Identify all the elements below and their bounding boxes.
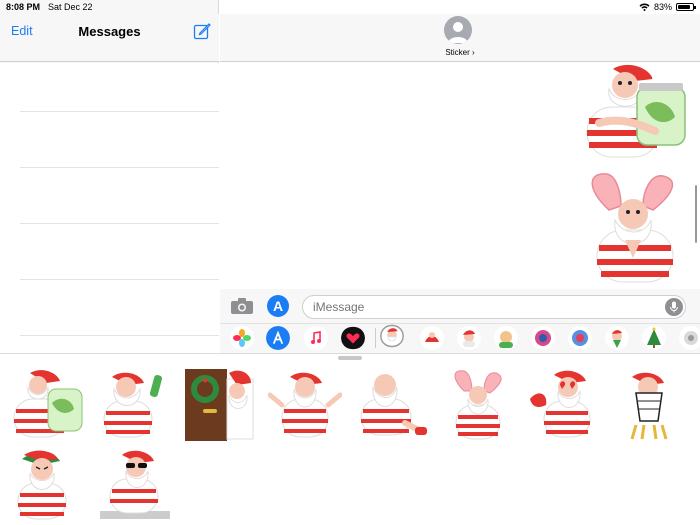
status-date: Sat Dec 22 <box>48 2 93 12</box>
sticker-santa-scared[interactable] <box>622 369 676 441</box>
wifi-icon <box>639 3 650 11</box>
sticker-app-icon[interactable] <box>494 326 518 350</box>
sticker-santa-jar[interactable] <box>8 369 88 439</box>
sticker-santa-sitting[interactable] <box>355 369 431 439</box>
person-icon <box>448 22 468 43</box>
sticker-app-icon[interactable] <box>679 326 700 350</box>
santa-stickers-app-icon-selected[interactable] <box>380 324 404 348</box>
sticker-santa-sunglasses[interactable] <box>98 449 172 521</box>
app-store-icon[interactable]: A <box>267 295 289 317</box>
compose-icon[interactable] <box>193 22 211 40</box>
sticker-app-icon[interactable] <box>420 326 444 350</box>
conversation-header: Sticker › <box>220 14 700 62</box>
messages-list-header: Edit Messages <box>0 14 219 62</box>
panel-grabber-handle[interactable] <box>338 356 362 360</box>
photos-app-icon[interactable] <box>230 326 254 350</box>
messages-list-panel: Edit Messages <box>0 0 219 353</box>
sticker-santa-bunny[interactable] <box>448 369 508 441</box>
battery-icon <box>676 3 696 11</box>
status-time: 8:08 PM <box>6 2 41 12</box>
sticker-app-icon[interactable] <box>568 326 592 350</box>
battery-percent: 83% <box>653 2 672 12</box>
sticker-app-icon[interactable] <box>605 326 629 350</box>
sticker-app-icon[interactable] <box>457 326 481 350</box>
conversation-scrollbar[interactable] <box>695 185 697 243</box>
ipad-messages-screen: 8:08 PM Sat Dec 22 83% Edit Messages Sti… <box>0 0 700 525</box>
sticker-santa-heart-eyes[interactable] <box>528 369 604 439</box>
sent-sticker-santa-jar[interactable] <box>575 63 691 161</box>
sticker-app-icon[interactable] <box>642 326 666 350</box>
sent-sticker-santa-bunny[interactable] <box>581 170 685 284</box>
camera-icon[interactable] <box>230 297 254 315</box>
status-bar: 8:08 PM Sat Dec 22 83% <box>0 0 700 14</box>
sticker-santa-shrug[interactable] <box>268 369 342 439</box>
messages-title: Messages <box>78 24 141 39</box>
mic-glyph <box>670 301 678 313</box>
sticker-santa-bottle[interactable] <box>98 369 168 439</box>
list-separator <box>20 223 219 224</box>
conversation-list[interactable] <box>0 63 219 353</box>
sticker-santa-laughing[interactable] <box>10 449 76 521</box>
list-separator <box>20 167 219 168</box>
sticker-santa-door-wreath[interactable] <box>185 369 257 441</box>
sticker-app-icon[interactable] <box>531 326 555 350</box>
digital-touch-icon[interactable] <box>341 326 365 350</box>
list-separator <box>20 335 219 336</box>
list-separator <box>20 111 219 112</box>
battery-fill <box>678 5 690 9</box>
drawer-divider <box>375 328 376 348</box>
status-right: 83% <box>639 2 696 12</box>
contact-avatar[interactable] <box>444 16 472 44</box>
imessage-input[interactable] <box>302 295 686 319</box>
app-store-drawer-icon[interactable] <box>266 326 290 350</box>
music-app-icon[interactable] <box>304 326 328 350</box>
list-separator <box>20 279 219 280</box>
contact-name[interactable]: Sticker › <box>220 48 700 57</box>
microphone-icon[interactable] <box>665 298 683 316</box>
